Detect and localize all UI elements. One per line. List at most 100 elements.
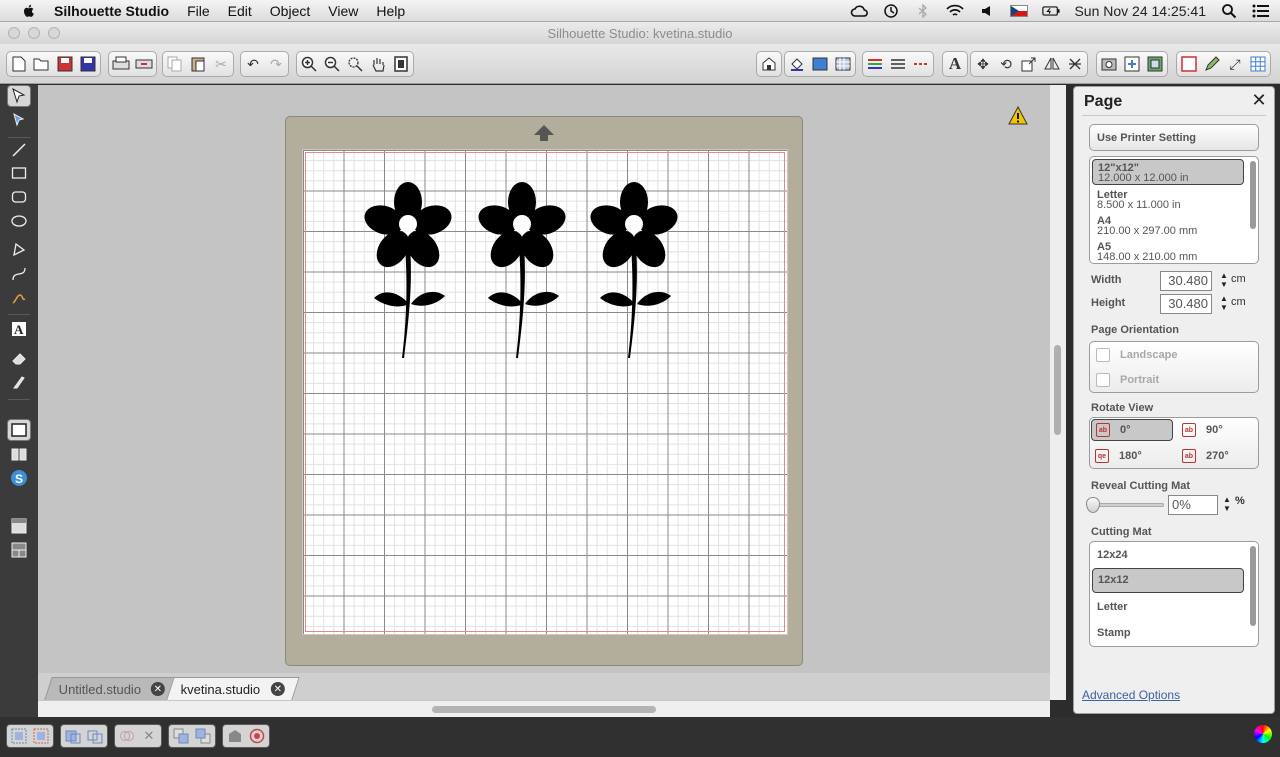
creative-cloud-icon[interactable] [850, 4, 869, 18]
cut-settings-icon[interactable] [7, 419, 31, 441]
menu-view[interactable]: View [319, 3, 367, 19]
landscape-option[interactable]: Landscape [1092, 344, 1256, 366]
group-icon[interactable] [9, 726, 29, 746]
line-style-icon[interactable] [888, 54, 908, 74]
offset-icon[interactable] [1122, 54, 1142, 74]
design-store-icon[interactable] [759, 54, 779, 74]
canvas-horizontal-scrollbar[interactable] [38, 700, 1050, 717]
trace-icon[interactable] [1099, 54, 1119, 74]
make-compound-path-icon[interactable] [63, 726, 83, 746]
list-item[interactable]: 12x12 [1092, 568, 1244, 593]
window-minimize-button[interactable] [28, 27, 40, 39]
grid-icon[interactable] [1248, 54, 1268, 74]
close-icon[interactable]: ✕ [151, 682, 166, 696]
offset-target-icon[interactable] [247, 726, 267, 746]
sketch-pen-icon[interactable] [1202, 54, 1222, 74]
list-item[interactable]: 12x24 [1092, 542, 1244, 568]
scale-icon[interactable] [1019, 54, 1039, 74]
list-item[interactable]: Letter [1092, 594, 1244, 620]
width-stepper[interactable]: ▲ ▼ [1219, 271, 1229, 291]
tab-untitled[interactable]: Untitled.studio ✕ [44, 677, 181, 700]
replicate-icon[interactable] [1065, 54, 1085, 74]
list-item[interactable]: A4 210.00 x 297.00 mm [1092, 215, 1244, 239]
library-icon[interactable] [7, 443, 31, 465]
time-machine-icon[interactable] [882, 3, 900, 18]
menu-edit[interactable]: Edit [219, 3, 261, 19]
input-source-flag-icon[interactable] [1010, 4, 1029, 17]
rectangle-tool-icon[interactable] [7, 162, 31, 184]
advanced-options-link[interactable]: Advanced Options [1082, 688, 1180, 702]
menu-help[interactable]: Help [367, 3, 414, 19]
menu-app-name[interactable]: Silhouette Studio [52, 3, 178, 19]
list-item[interactable]: Letter 8.500 x 11.000 in [1092, 189, 1244, 213]
select-tool-icon[interactable] [7, 85, 31, 107]
canvas-vertical-scrollbar[interactable] [1050, 85, 1066, 700]
rotate-icon[interactable]: ⟲ [996, 54, 1016, 74]
print-icon[interactable] [111, 54, 131, 74]
paste-icon[interactable] [188, 54, 208, 74]
volume-icon[interactable] [978, 4, 996, 18]
ellipse-tool-icon[interactable] [7, 210, 31, 232]
use-printer-setting-button[interactable]: Use Printer Setting [1089, 124, 1259, 151]
flower-design[interactable] [363, 176, 453, 358]
bluetooth-icon[interactable] [914, 3, 932, 18]
knife-tool-icon[interactable] [7, 371, 31, 393]
single-view-icon[interactable] [7, 515, 31, 537]
page-area[interactable] [302, 149, 788, 635]
silhouette-store-icon[interactable]: S [7, 467, 31, 489]
list-scrollbar[interactable] [1250, 546, 1256, 626]
spotlight-search-icon[interactable] [1220, 3, 1238, 18]
close-icon[interactable]: ✕ [270, 682, 285, 696]
split-view-icon[interactable] [7, 539, 31, 561]
menubar-clock[interactable]: Sun Nov 24 14:25:41 [1074, 3, 1206, 19]
release-compound-path-icon[interactable] [85, 726, 105, 746]
reveal-cutting-mat-slider[interactable] [1086, 497, 1164, 513]
save-to-library-icon[interactable] [78, 54, 98, 74]
fill-gradient-icon[interactable] [810, 54, 830, 74]
ungroup-icon[interactable] [31, 726, 51, 746]
fullscreen-icon[interactable]: ⤢ [1225, 54, 1245, 74]
color-wheel-icon[interactable] [1254, 725, 1272, 743]
pan-icon[interactable] [368, 54, 388, 74]
list-item[interactable]: Stamp [1092, 620, 1244, 646]
tab-kvetina[interactable]: kvetina.studio ✕ [166, 677, 300, 700]
page-size-list[interactable]: 12"x12" 12.000 x 12.000 in Letter 8.500 … [1089, 156, 1259, 264]
rotate-0-option[interactable]: ab 0° [1091, 419, 1173, 441]
notification-center-icon[interactable] [1252, 4, 1270, 18]
rounded-rectangle-tool-icon[interactable] [7, 186, 31, 208]
reveal-stepper[interactable]: ▲ ▼ [1222, 495, 1232, 515]
list-item[interactable]: A5 148.00 x 210.00 mm [1092, 241, 1244, 263]
edit-points-icon[interactable] [7, 109, 31, 131]
design-canvas[interactable] [38, 85, 1050, 700]
polygon-tool-icon[interactable] [7, 239, 31, 261]
fill-pattern-icon[interactable] [833, 54, 853, 74]
flower-design[interactable] [477, 176, 567, 358]
portrait-option[interactable]: Portrait [1092, 369, 1256, 391]
text-tool-icon[interactable]: A [7, 318, 31, 340]
cut-icon[interactable]: ✂ [211, 54, 231, 74]
height-field[interactable]: 30.480 [1160, 294, 1212, 314]
menu-object[interactable]: Object [261, 3, 319, 19]
zoom-selection-icon[interactable] [345, 54, 365, 74]
menu-file[interactable]: File [178, 3, 219, 19]
warning-icon[interactable] [1008, 106, 1028, 126]
redo-icon[interactable]: ↷ [266, 54, 286, 74]
bring-to-front-icon[interactable] [171, 726, 191, 746]
zoom-in-icon[interactable] [299, 54, 319, 74]
scrollbar-thumb[interactable] [432, 706, 656, 713]
flower-design[interactable] [589, 176, 679, 358]
save-icon[interactable] [55, 54, 75, 74]
new-document-icon[interactable] [9, 54, 29, 74]
close-icon[interactable]: ✕ [1250, 91, 1268, 109]
remove-icon[interactable]: ✕ [139, 726, 159, 746]
line-color-icon[interactable] [865, 54, 885, 74]
text-style-icon[interactable]: A [945, 54, 965, 74]
mirror-icon[interactable] [1042, 54, 1062, 74]
undo-icon[interactable]: ↶ [243, 54, 263, 74]
line-tool-icon[interactable] [7, 139, 31, 161]
width-field[interactable]: 30.480 [1160, 271, 1212, 291]
registration-marks-icon[interactable] [1145, 54, 1165, 74]
freehand-tool-icon[interactable] [7, 287, 31, 309]
move-icon[interactable]: ✥ [973, 54, 993, 74]
weld-icon[interactable] [117, 726, 137, 746]
